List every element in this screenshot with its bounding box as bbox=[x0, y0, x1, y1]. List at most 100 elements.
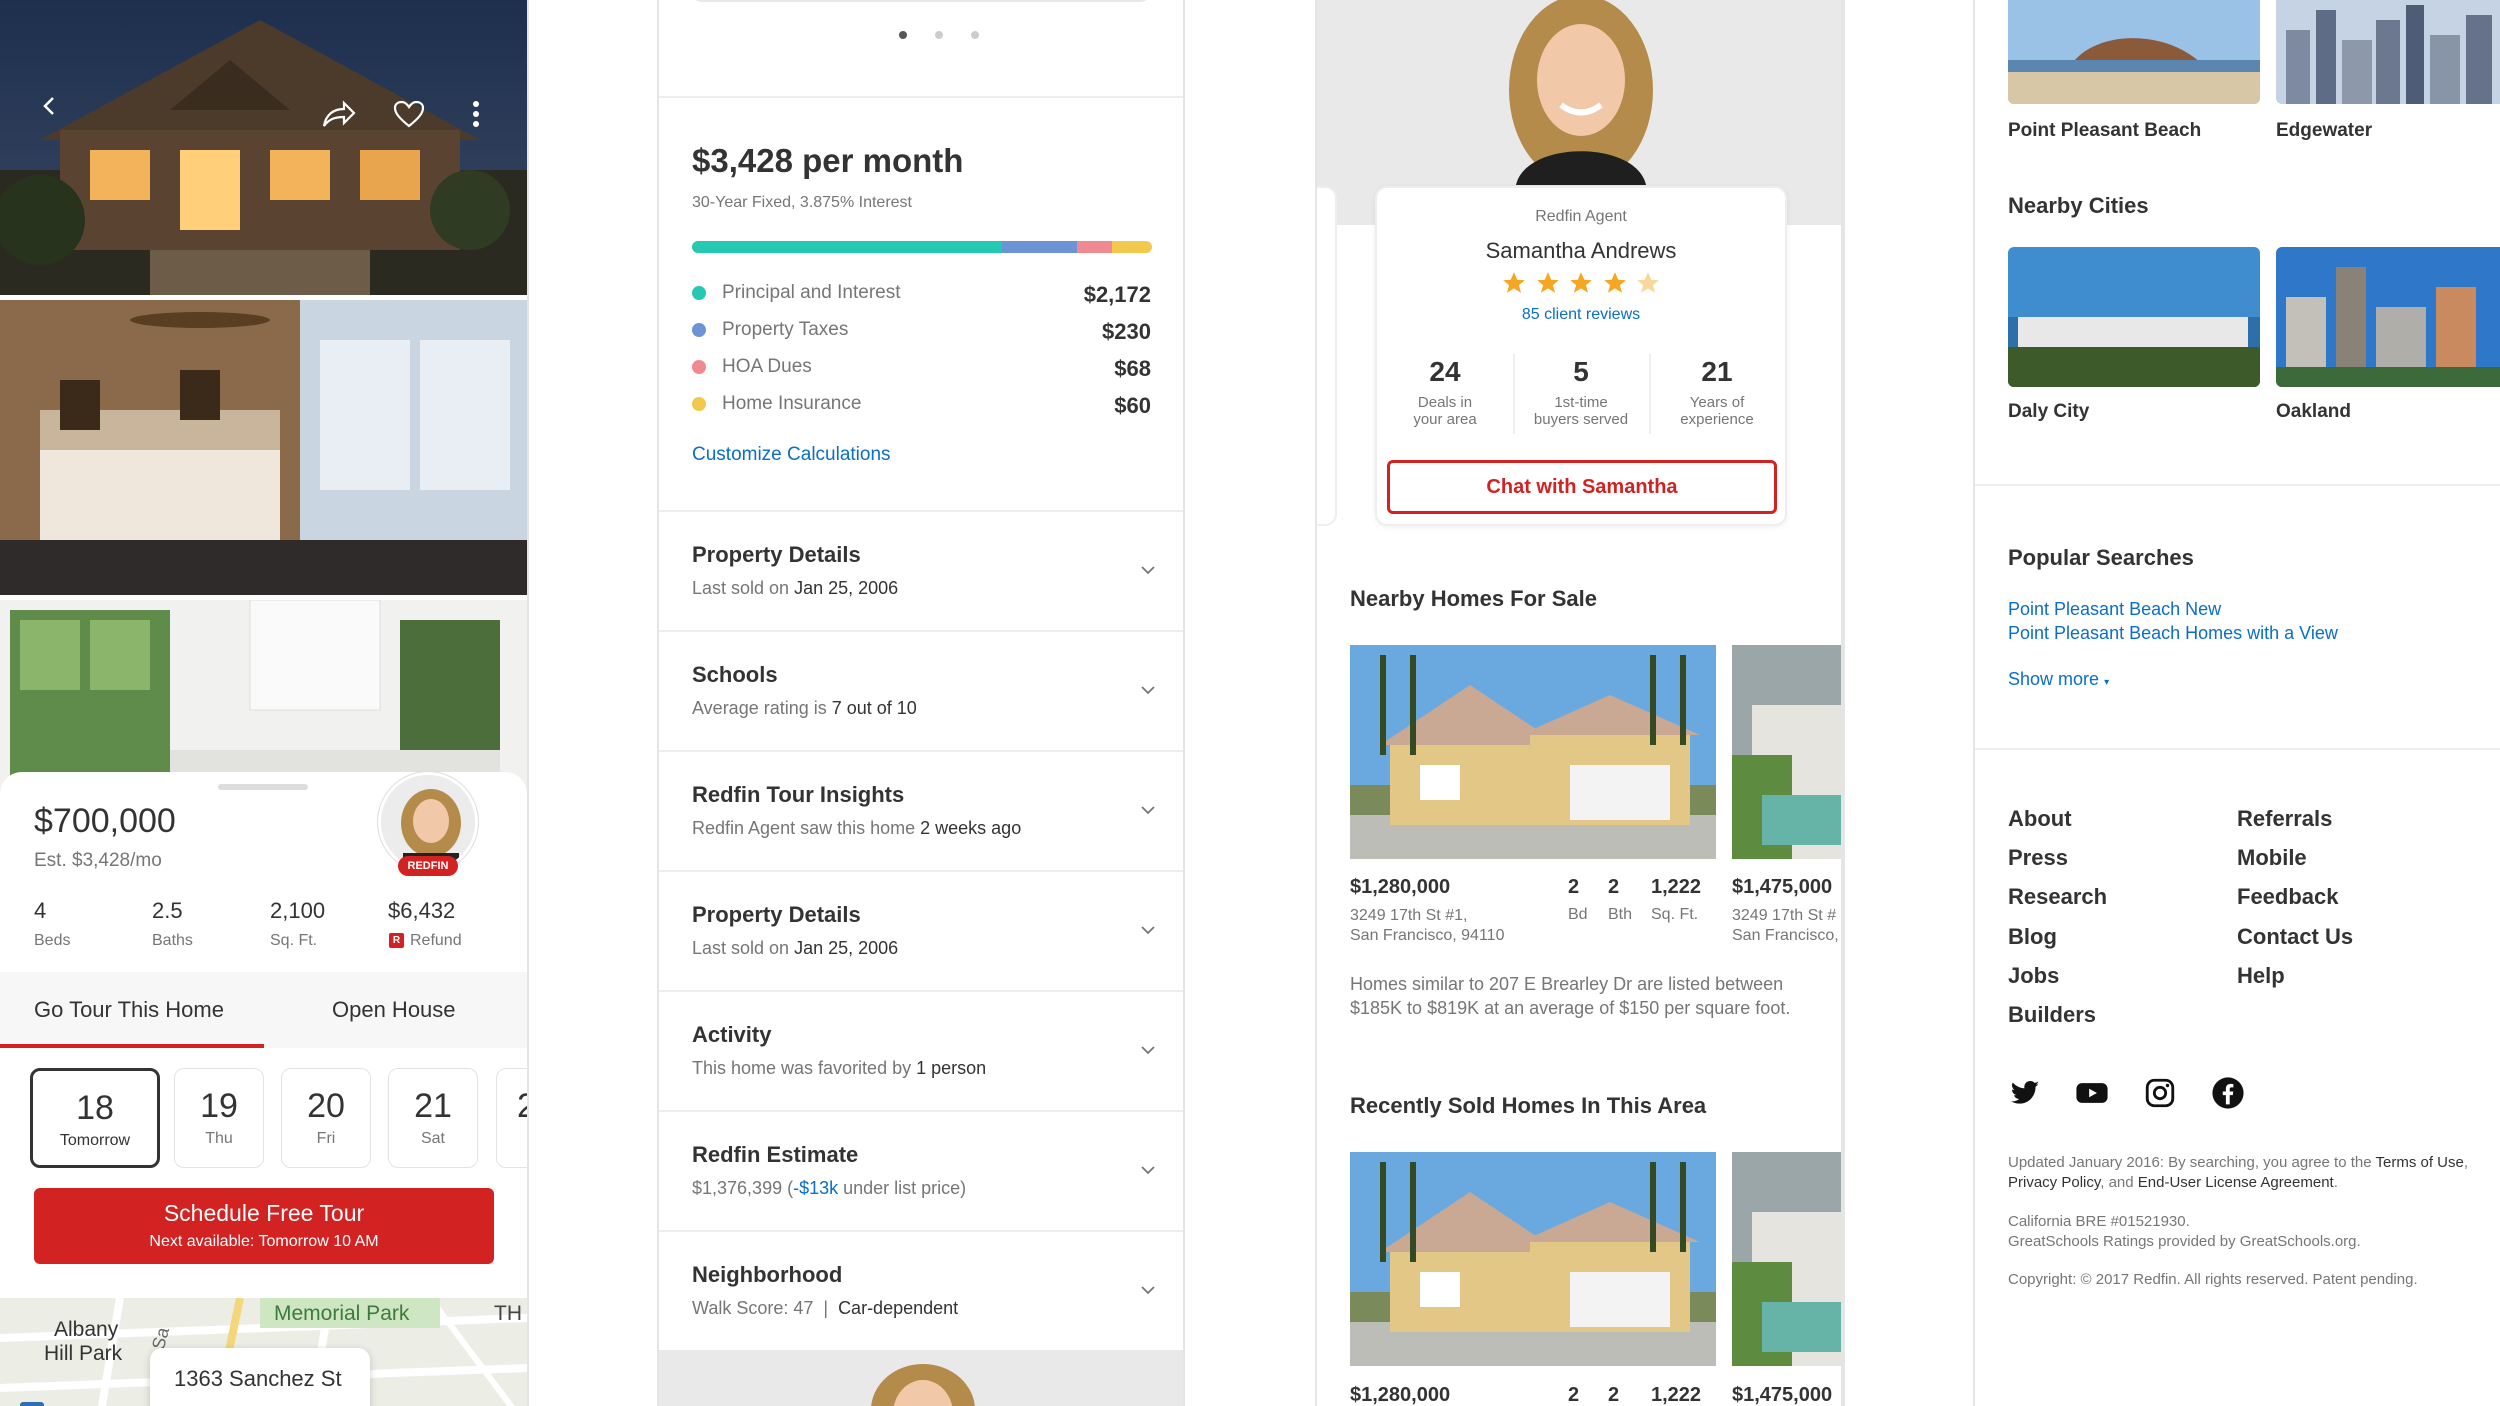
day-card-sat[interactable]: 21 Sat bbox=[388, 1068, 478, 1168]
schedule-tour-button[interactable]: Schedule Free Tour Next available: Tomor… bbox=[34, 1188, 494, 1264]
terms-of-use-link[interactable]: Terms of Use bbox=[2375, 1154, 2463, 1171]
panel-divider bbox=[527, 0, 529, 1406]
footer-link-feedback[interactable]: Feedback bbox=[2237, 884, 2339, 910]
sqft-label: Sq. Ft. bbox=[270, 932, 318, 949]
day-label: Sat bbox=[420, 1130, 445, 1147]
day-number: 20 bbox=[307, 1087, 345, 1125]
footer-link-about[interactable]: About bbox=[2008, 806, 2072, 832]
home-beds-label: Bd bbox=[1568, 906, 1588, 923]
more-vertical-icon[interactable] bbox=[472, 100, 480, 133]
home-sqft-label: Sq. Ft. bbox=[1651, 906, 1699, 923]
show-more-link[interactable]: Show more ▾ bbox=[2008, 669, 2109, 690]
hero-photo[interactable] bbox=[0, 0, 527, 295]
nearby-home-photo[interactable] bbox=[1350, 645, 1716, 859]
facebook-icon[interactable] bbox=[2211, 1076, 2245, 1110]
city-name[interactable]: Oakland bbox=[2276, 401, 2351, 423]
bedroom-photo[interactable] bbox=[0, 300, 527, 595]
instagram-icon[interactable] bbox=[2143, 1076, 2177, 1110]
home-address-2: 3249 17th St # San Francisco, bbox=[1732, 907, 1839, 944]
accordion-title: Property Details bbox=[692, 902, 861, 927]
carousel-dot[interactable] bbox=[971, 31, 979, 39]
star-icon bbox=[1603, 272, 1626, 293]
agent-stat: 5 1st-time buyers served bbox=[1513, 356, 1649, 428]
map-view[interactable]: Albany Hill Park Memorial Park TH Sa 136… bbox=[0, 1298, 527, 1406]
sold-home-sqft: 1,222 bbox=[1651, 1384, 1702, 1406]
legend-dot-insurance bbox=[692, 397, 706, 411]
footer-link-referrals[interactable]: Referrals bbox=[2237, 806, 2332, 832]
agent-stat-line2: buyers served bbox=[1533, 411, 1629, 428]
city-name[interactable]: Edgewater bbox=[2276, 120, 2372, 142]
day-card-fri[interactable]: 20 Fri bbox=[281, 1068, 371, 1168]
heart-icon[interactable] bbox=[393, 100, 425, 133]
tab-go-tour[interactable]: Go Tour This Home bbox=[34, 997, 224, 1023]
footer-link-contact[interactable]: Contact Us bbox=[2237, 924, 2353, 950]
bedroom-image bbox=[0, 300, 527, 595]
footer-link-builders[interactable]: Builders bbox=[2008, 1002, 2096, 1028]
star-icon bbox=[1637, 272, 1659, 293]
home-photo-image bbox=[1732, 645, 1841, 859]
map-address-card[interactable]: 1363 Sanchez St bbox=[150, 1348, 370, 1406]
eula-link[interactable]: End-User License Agreement bbox=[2138, 1174, 2334, 1191]
accordion-title: Redfin Tour Insights bbox=[692, 782, 905, 807]
sold-home-photo[interactable] bbox=[1350, 1152, 1716, 1366]
footer-link-jobs[interactable]: Jobs bbox=[2008, 963, 2059, 989]
city-name[interactable]: Daly City bbox=[2008, 401, 2089, 423]
city-photo-edgewater[interactable] bbox=[2276, 0, 2500, 104]
accordion-tour-insights[interactable]: Redfin Tour Insights Redfin Agent saw th… bbox=[659, 750, 1183, 870]
chat-with-agent-button[interactable]: Chat with Samantha bbox=[1387, 460, 1777, 514]
city-name[interactable]: Point Pleasant Beach bbox=[2008, 120, 2201, 142]
beds-label: Beds bbox=[34, 932, 71, 949]
bar-segment-taxes bbox=[1002, 241, 1077, 253]
drag-handle[interactable] bbox=[218, 784, 308, 790]
kitchen-image bbox=[0, 600, 527, 800]
sold-home-photo-2[interactable] bbox=[1732, 1152, 1841, 1366]
nearby-home-photo-2[interactable] bbox=[1732, 645, 1841, 859]
day-card-tomorrow[interactable]: 18 Tomorrow bbox=[30, 1068, 160, 1168]
agent-stat: 24 Deals in your area bbox=[1377, 356, 1513, 428]
day-card-thu[interactable]: 19 Thu bbox=[174, 1068, 264, 1168]
copyright: Copyright: © 2017 Redfin. All rights res… bbox=[2008, 1271, 2418, 1288]
day-card-partial[interactable]: 2 bbox=[496, 1068, 527, 1168]
footer-link-mobile[interactable]: Mobile bbox=[2237, 845, 2307, 871]
accordion-neighborhood[interactable]: Neighborhood Walk Score: 47 | Car-depend… bbox=[659, 1230, 1183, 1350]
back-arrow-icon[interactable] bbox=[38, 94, 62, 123]
client-reviews-link[interactable]: 85 client reviews bbox=[1377, 306, 1785, 324]
accordion-schools[interactable]: Schools Average rating is 7 out of 10 bbox=[659, 630, 1183, 750]
footer-link-help[interactable]: Help bbox=[2237, 963, 2285, 989]
customize-calculations-link[interactable]: Customize Calculations bbox=[692, 444, 891, 466]
city-photo-oakland[interactable] bbox=[2276, 247, 2500, 387]
twitter-icon[interactable] bbox=[2008, 1076, 2042, 1110]
agent-teaser-photo bbox=[871, 1364, 975, 1406]
popular-search-link[interactable]: Point Pleasant Beach New bbox=[2008, 599, 2221, 620]
footer-link-research[interactable]: Research bbox=[2008, 884, 2107, 910]
accordion-redfin-estimate[interactable]: Redfin Estimate $1,376,399 (-$13k under … bbox=[659, 1110, 1183, 1230]
kitchen-photo[interactable] bbox=[0, 600, 527, 800]
privacy-policy-link[interactable]: Privacy Policy bbox=[2008, 1174, 2100, 1191]
accordion-subtitle: $1,376,399 (-$13k under list price) bbox=[692, 1178, 967, 1198]
popular-search-link[interactable]: Point Pleasant Beach Homes with a View bbox=[2008, 623, 2338, 644]
carousel-dot-active[interactable] bbox=[899, 31, 907, 39]
tab-open-house[interactable]: Open House bbox=[332, 997, 456, 1023]
baths-label: Baths bbox=[152, 932, 193, 949]
home-price: $1,280,000 bbox=[1350, 876, 1451, 898]
legend-value: $2,172 bbox=[1083, 282, 1151, 307]
section-separator bbox=[659, 96, 1183, 98]
schedule-title: Schedule Free Tour bbox=[163, 1200, 365, 1226]
footer-link-blog[interactable]: Blog bbox=[2008, 924, 2057, 950]
accordion-property-details[interactable]: Property Details Last sold on Jan 25, 20… bbox=[659, 510, 1183, 630]
city-photo-point-pleasant[interactable] bbox=[2008, 0, 2260, 104]
star-icon bbox=[1570, 272, 1592, 293]
agent-stat-line2: your area bbox=[1413, 411, 1477, 428]
star-icon bbox=[1536, 272, 1559, 293]
footer-link-press[interactable]: Press bbox=[2008, 845, 2068, 871]
section-separator bbox=[1975, 748, 2500, 750]
legend-value: $60 bbox=[1114, 393, 1151, 418]
accordion-property-details-2[interactable]: Property Details Last sold on Jan 25, 20… bbox=[659, 870, 1183, 990]
legend-label: Home Insurance bbox=[722, 393, 862, 414]
city-photo-daly-city[interactable] bbox=[2008, 247, 2260, 387]
youtube-icon[interactable] bbox=[2075, 1076, 2109, 1110]
carousel-dot[interactable] bbox=[935, 31, 943, 39]
agent-name: Samantha Andrews bbox=[1485, 238, 1677, 263]
accordion-activity[interactable]: Activity This home was favorited by 1 pe… bbox=[659, 990, 1183, 1110]
share-icon[interactable] bbox=[322, 100, 356, 133]
